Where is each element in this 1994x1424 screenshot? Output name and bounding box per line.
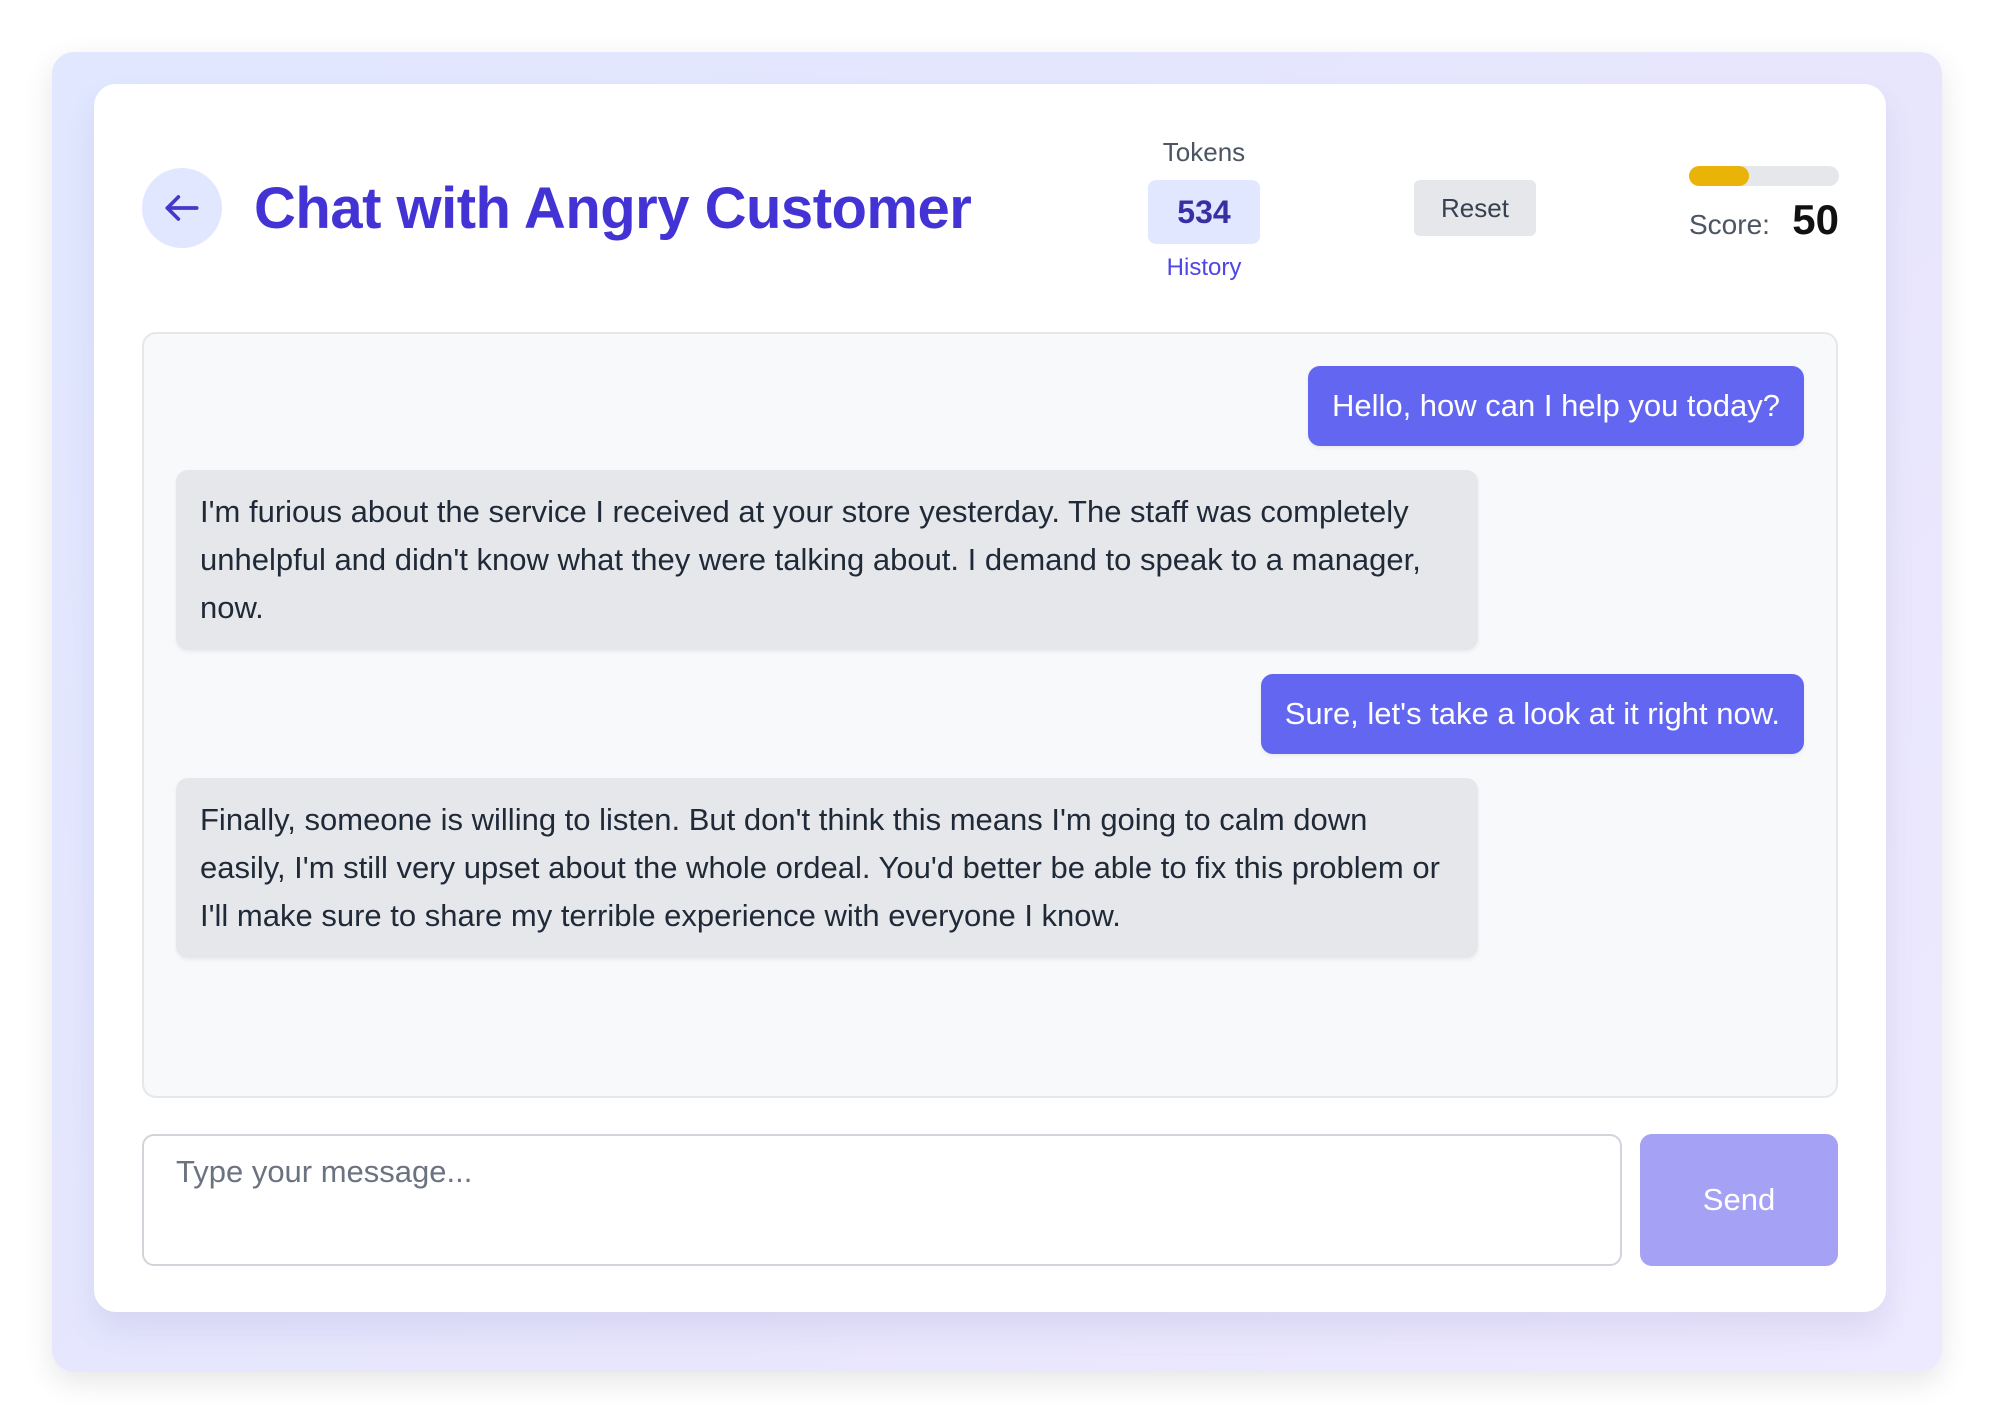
customer-message-bubble: Finally, someone is willing to listen. B… bbox=[176, 778, 1478, 958]
page-title: Chat with Angry Customer bbox=[254, 176, 972, 241]
app-background: Chat with Angry Customer Tokens 534 Hist… bbox=[52, 52, 1942, 1372]
history-link[interactable]: History bbox=[1148, 252, 1260, 284]
tokens-label: Tokens bbox=[1162, 137, 1246, 167]
customer-message-row: I'm furious about the service I received… bbox=[176, 470, 1804, 650]
tokens-panel: Tokens 534 History bbox=[1148, 134, 1260, 284]
send-button[interactable]: Send bbox=[1640, 1134, 1838, 1266]
tokens-count-badge: 534 bbox=[1148, 180, 1260, 244]
back-button[interactable] bbox=[142, 168, 222, 248]
user-message-row: Hello, how can I help you today? bbox=[176, 366, 1804, 446]
user-message-bubble: Sure, let's take a look at it right now. bbox=[1260, 674, 1804, 754]
score-label: Score: bbox=[1689, 209, 1770, 240]
chat-card: Chat with Angry Customer Tokens 534 Hist… bbox=[94, 84, 1886, 1312]
score-progress-fill bbox=[1689, 166, 1749, 186]
user-message-bubble: Hello, how can I help you today? bbox=[1307, 366, 1804, 446]
user-message-row: Sure, let's take a look at it right now. bbox=[176, 674, 1804, 754]
reset-button[interactable]: Reset bbox=[1414, 180, 1536, 236]
customer-message-bubble: I'm furious about the service I received… bbox=[176, 470, 1478, 650]
score-display: Score: 50 bbox=[1689, 196, 1839, 244]
customer-message-row: Finally, someone is willing to listen. B… bbox=[176, 778, 1804, 958]
score-progress-bar bbox=[1689, 166, 1839, 186]
score-value: 50 bbox=[1792, 196, 1839, 243]
message-input[interactable] bbox=[142, 1134, 1622, 1266]
arrow-left-icon bbox=[165, 195, 199, 221]
chat-messages-area[interactable]: Hello, how can I help you today? I'm furi… bbox=[142, 332, 1838, 1098]
